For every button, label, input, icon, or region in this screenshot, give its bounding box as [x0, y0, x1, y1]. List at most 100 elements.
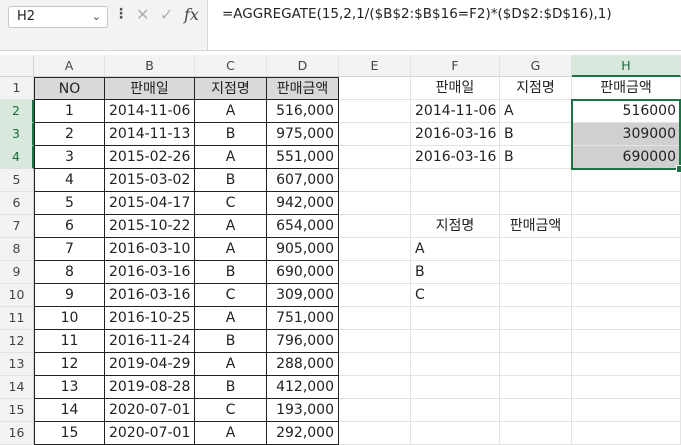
cell-h7[interactable] [572, 215, 681, 238]
table-cell[interactable]: B [195, 123, 267, 146]
cell-h10[interactable] [572, 284, 681, 307]
result-amount-cell[interactable]: 690000 [572, 146, 681, 169]
column-header-h[interactable]: H [572, 55, 681, 77]
cell-h9[interactable] [572, 261, 681, 284]
table-cell[interactable]: 309,000 [267, 284, 339, 307]
table-cell[interactable]: 2020-07-01 [105, 399, 195, 422]
result-branch-cell[interactable]: B [500, 146, 572, 169]
result-branch-cell[interactable]: A [500, 100, 572, 123]
cell-g11[interactable] [500, 307, 572, 330]
row-header-12[interactable]: 12 [0, 330, 34, 353]
table-cell[interactable]: 11 [34, 330, 105, 353]
cell-f11[interactable] [411, 307, 500, 330]
cell-g6[interactable] [500, 192, 572, 215]
table-cell[interactable]: 12 [34, 353, 105, 376]
row-header-14[interactable]: 14 [0, 376, 34, 399]
cell-h8[interactable] [572, 238, 681, 261]
table-cell[interactable]: 607,000 [267, 169, 339, 192]
result-amount-cell[interactable]: 309000 [572, 123, 681, 146]
cell-g12[interactable] [500, 330, 572, 353]
row-header-11[interactable]: 11 [0, 307, 34, 330]
table-cell[interactable]: 2015-02-26 [105, 146, 195, 169]
column-header-d[interactable]: D [267, 55, 339, 77]
cell-h6[interactable] [572, 192, 681, 215]
cell-f5[interactable] [411, 169, 500, 192]
cell-h13[interactable] [572, 353, 681, 376]
cell-f16[interactable] [411, 422, 500, 445]
cell-e15[interactable] [339, 399, 411, 422]
result-date-cell[interactable]: 2016-03-16 [411, 123, 500, 146]
name-box[interactable]: H2 ⌄ [8, 6, 108, 28]
cell-e2[interactable] [339, 100, 411, 123]
table-cell[interactable]: A [195, 146, 267, 169]
table-cell[interactable]: 2016-03-16 [105, 261, 195, 284]
row-header-13[interactable]: 13 [0, 353, 34, 376]
table-cell[interactable]: 1 [34, 100, 105, 123]
column-header-f[interactable]: F [411, 55, 500, 77]
cell-h11[interactable] [572, 307, 681, 330]
table-cell[interactable]: A [195, 100, 267, 123]
result-date-cell[interactable]: 2016-03-16 [411, 146, 500, 169]
table-cell[interactable]: 2015-10-22 [105, 215, 195, 238]
spreadsheet-grid[interactable]: A B C D E F G H 1 2 3 4 5 6 7 8 9 10 11 12 13 14 15 16 NO 판매일 지점명 판… [0, 55, 681, 445]
table-cell[interactable]: 2015-04-17 [105, 192, 195, 215]
table-cell[interactable]: 2016-03-16 [105, 284, 195, 307]
result-date-cell[interactable]: 2014-11-06 [411, 100, 500, 123]
cell-e9[interactable] [339, 261, 411, 284]
cell-g14[interactable] [500, 376, 572, 399]
summary-branch-cell[interactable]: A [411, 238, 500, 261]
table-cell[interactable]: B [195, 261, 267, 284]
table-cell[interactable]: 5 [34, 192, 105, 215]
row-header-15[interactable]: 15 [0, 399, 34, 422]
cell-e14[interactable] [339, 376, 411, 399]
cell-g10[interactable] [500, 284, 572, 307]
fill-handle[interactable] [676, 165, 681, 173]
table-cell[interactable]: 2019-04-29 [105, 353, 195, 376]
cell-e1[interactable] [339, 77, 411, 100]
table-cell[interactable]: 6 [34, 215, 105, 238]
table-header-cell[interactable]: 판매금액 [267, 77, 339, 100]
table-cell[interactable]: B [195, 330, 267, 353]
table-cell[interactable]: 412,000 [267, 376, 339, 399]
cell-e7[interactable] [339, 215, 411, 238]
table-cell[interactable]: 2014-11-06 [105, 100, 195, 123]
cell-e11[interactable] [339, 307, 411, 330]
cell-f14[interactable] [411, 376, 500, 399]
table-cell[interactable]: 2015-03-02 [105, 169, 195, 192]
cell-g8[interactable] [500, 238, 572, 261]
table-cell[interactable]: 193,000 [267, 399, 339, 422]
cell-e13[interactable] [339, 353, 411, 376]
cell-h15[interactable] [572, 399, 681, 422]
table-cell[interactable]: A [195, 215, 267, 238]
cell-e3[interactable] [339, 123, 411, 146]
result-amount-cell[interactable]: 516000 [572, 100, 681, 123]
table-cell[interactable]: B [195, 376, 267, 399]
cell-h5[interactable] [572, 169, 681, 192]
cell-e5[interactable] [339, 169, 411, 192]
table-cell[interactable]: 551,000 [267, 146, 339, 169]
table-cell[interactable]: 2019-08-28 [105, 376, 195, 399]
cell-e4[interactable] [339, 146, 411, 169]
table-cell[interactable]: 905,000 [267, 238, 339, 261]
table-cell[interactable]: 2016-11-24 [105, 330, 195, 353]
table-cell[interactable]: 9 [34, 284, 105, 307]
more-vert-icon[interactable]: ⋮ [114, 6, 128, 22]
result-header-cell[interactable]: 판매금액 [572, 77, 681, 100]
cell-g16[interactable] [500, 422, 572, 445]
select-all-corner[interactable] [0, 55, 34, 77]
cell-h14[interactable] [572, 376, 681, 399]
result-header-cell[interactable]: 판매일 [411, 77, 500, 100]
formula-input[interactable]: =AGGREGATE(15,2,1/($B$2:$B$16=F2)*($D$2:… [207, 0, 681, 50]
row-header-6[interactable]: 6 [0, 192, 34, 215]
cell-e8[interactable] [339, 238, 411, 261]
cell-h12[interactable] [572, 330, 681, 353]
table-cell[interactable]: 15 [34, 422, 105, 445]
table-header-cell[interactable]: 지점명 [195, 77, 267, 100]
summary-branch-cell[interactable]: B [411, 261, 500, 284]
column-header-e[interactable]: E [339, 55, 411, 77]
row-header-1[interactable]: 1 [0, 77, 34, 100]
row-header-10[interactable]: 10 [0, 284, 34, 307]
cell-h16[interactable] [572, 422, 681, 445]
column-header-c[interactable]: C [195, 55, 267, 77]
cancel-icon[interactable]: ✕ [136, 5, 149, 24]
